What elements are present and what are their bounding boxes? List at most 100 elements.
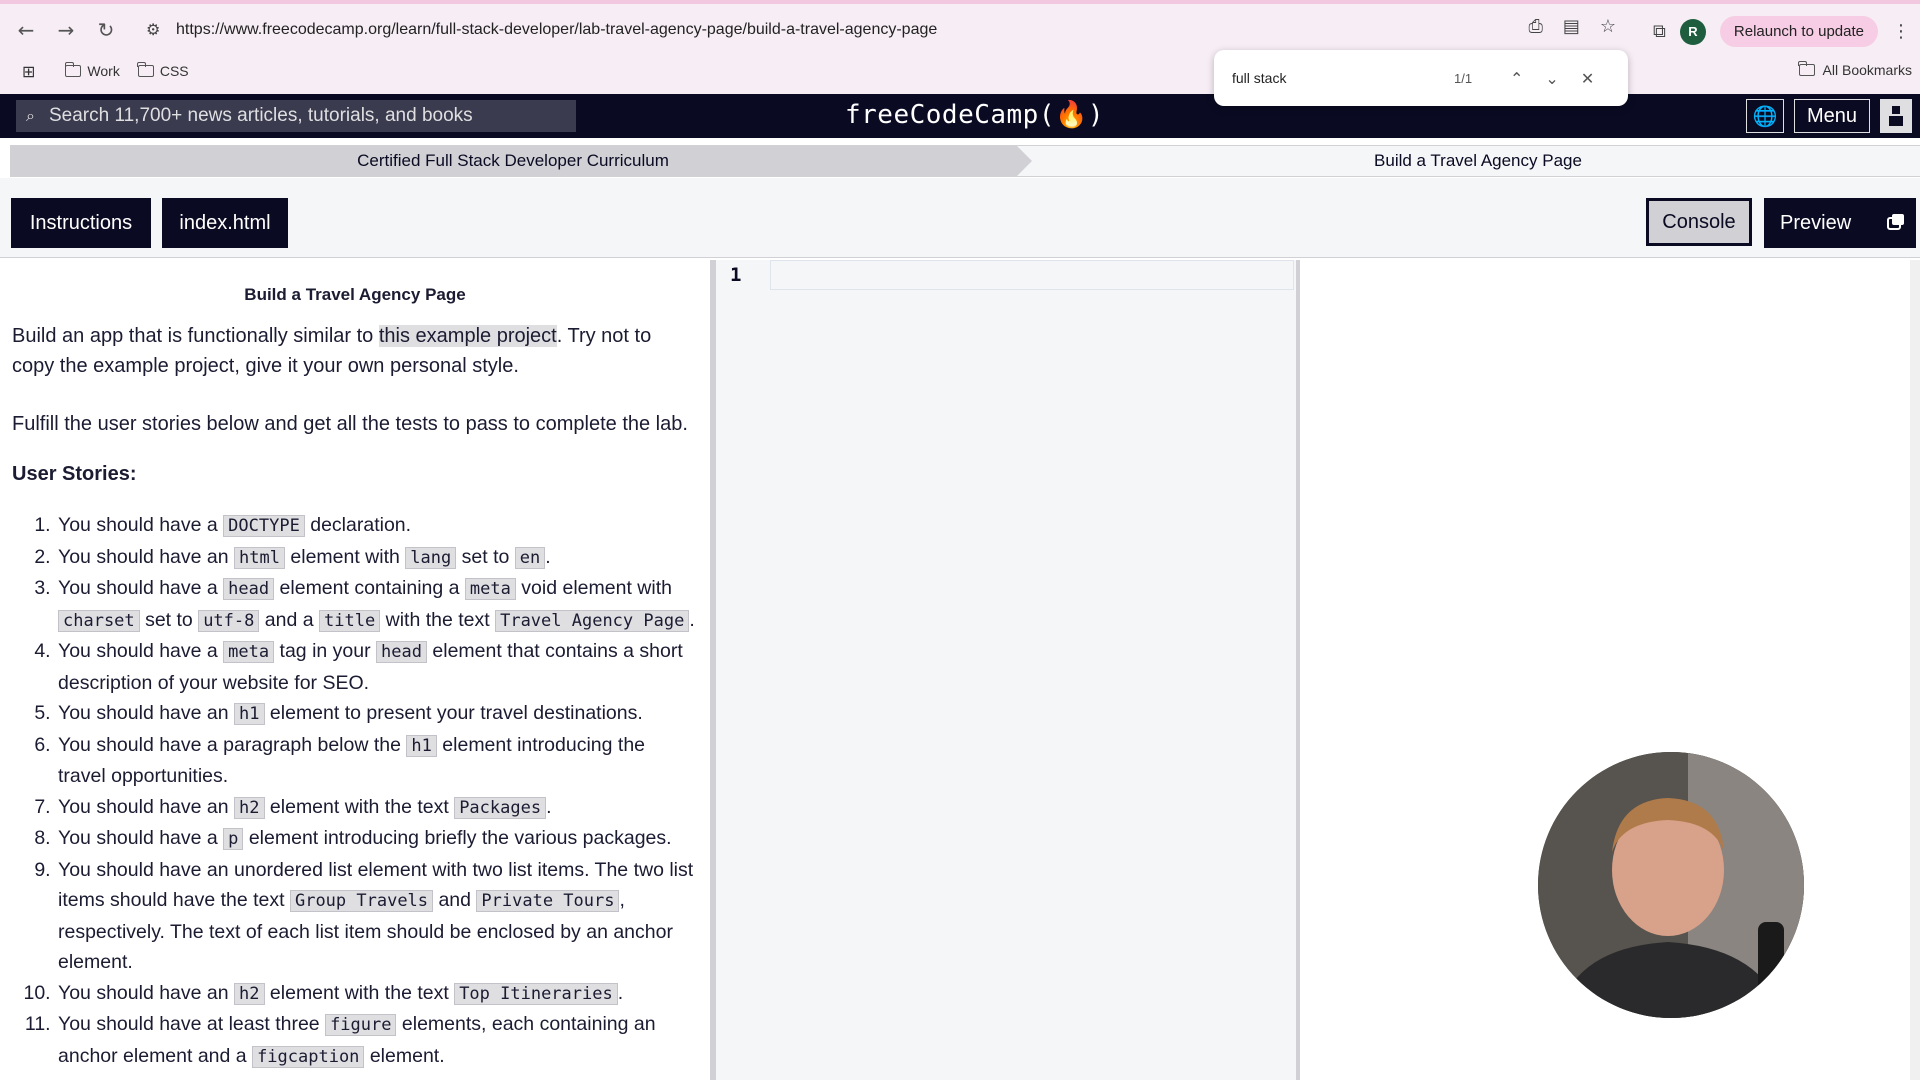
story-text: . xyxy=(546,795,552,818)
active-line[interactable] xyxy=(770,260,1294,290)
inline-code: h2 xyxy=(234,982,265,1005)
bookmark-folder-css[interactable]: CSS xyxy=(137,62,189,79)
bookmark-folder-work[interactable]: Work xyxy=(64,62,120,79)
site-settings-icon[interactable]: ⚙ xyxy=(146,20,160,40)
story-text: . xyxy=(617,981,624,1004)
story-text: You should have a xyxy=(58,577,224,599)
lab-title: Build a Travel Agency Page xyxy=(244,285,466,304)
bookmarks-bar: ⊞ Work CSS All Bookmarks xyxy=(0,56,1920,86)
story-text: with the text xyxy=(380,608,496,631)
inline-code: head xyxy=(376,641,427,663)
inline-code: title xyxy=(319,609,381,632)
user-story-item: You should have at least three figure el… xyxy=(56,1009,698,1072)
story-text: . xyxy=(689,608,695,631)
reload-icon[interactable]: ↻ xyxy=(86,10,126,50)
user-story-item: You should have an unordered list elemen… xyxy=(56,855,698,978)
globe-icon[interactable]: 🌐 xyxy=(1745,99,1784,133)
story-text: element with the text xyxy=(264,981,455,1004)
back-arrow-icon[interactable]: ← xyxy=(6,10,46,50)
intro-paragraph: Build an app that is functionally simila… xyxy=(12,321,698,381)
line-number: 1 xyxy=(730,264,742,286)
intro-before: Build an app that is functionally simila… xyxy=(12,325,379,347)
inline-code: html xyxy=(234,546,285,569)
profile-avatar[interactable]: R xyxy=(1679,18,1706,45)
inline-code: Top Itineraries xyxy=(454,982,618,1005)
inline-code: lang xyxy=(405,546,457,569)
fcc-nav-right: 🌐 Menu xyxy=(1745,99,1912,133)
inline-code: h1 xyxy=(234,703,265,725)
breadcrumb-curriculum[interactable]: Certified Full Stack Developer Curriculu… xyxy=(10,145,1032,177)
code-editor[interactable]: 1 xyxy=(716,260,1296,1080)
inline-code: h1 xyxy=(406,734,437,757)
user-avatar[interactable] xyxy=(1880,99,1912,133)
user-story-item: You should have a p element introducing … xyxy=(56,823,698,855)
user-story-item: You should have an h2 element with the t… xyxy=(56,978,698,1010)
story-text: You should have a xyxy=(58,827,224,849)
close-icon[interactable]: ✕ xyxy=(1581,69,1594,88)
story-text: and xyxy=(433,889,477,911)
inline-code: charset xyxy=(58,609,140,632)
forward-arrow-icon[interactable]: → xyxy=(46,10,86,50)
example-project-link[interactable]: this example project xyxy=(378,325,557,347)
find-match-count: 1/1 xyxy=(1454,70,1473,86)
tab-strip-edge xyxy=(0,0,1920,4)
story-text: element. xyxy=(364,1044,445,1067)
story-text: You should have at least three xyxy=(58,1013,326,1035)
popout-icon[interactable] xyxy=(1886,212,1906,232)
inline-code: Packages xyxy=(454,796,547,819)
kebab-menu-icon[interactable]: ⋮ xyxy=(1892,21,1910,42)
find-controls: ⌃ ⌄ ✕ xyxy=(1510,69,1594,88)
breadcrumb: Certified Full Stack Developer Curriculu… xyxy=(10,145,1920,177)
editor-toolbar: Instructions index.html Console Preview xyxy=(0,178,1920,258)
reader-icon[interactable]: ▤ xyxy=(1563,16,1580,37)
user-story-item: You should have a meta tag in your head … xyxy=(56,636,698,698)
url-text[interactable]: https://www.freecodecamp.org/learn/full-… xyxy=(176,21,937,39)
extensions-icon[interactable]: ⧉ xyxy=(1653,21,1666,42)
folder-icon xyxy=(64,62,82,77)
menu-button[interactable]: Menu xyxy=(1793,99,1870,133)
inline-code: head xyxy=(223,578,275,600)
apps-grid-icon[interactable]: ⊞ xyxy=(22,62,35,81)
preview-button[interactable]: Preview xyxy=(1764,198,1916,248)
browser-toolbar-right: ⧉ R Relaunch to update ⋮ xyxy=(1653,16,1910,47)
bookmark-label: CSS xyxy=(159,63,189,79)
chevron-down-icon[interactable]: ⌄ xyxy=(1545,69,1558,88)
user-story-item: You should have an html element with lan… xyxy=(56,542,698,574)
story-text: You should have a paragraph below the xyxy=(58,733,407,756)
install-app-icon[interactable]: ⎙ xyxy=(1528,16,1542,37)
story-text: You should have a xyxy=(58,640,224,662)
user-story-item: You should have an h2 element with the t… xyxy=(56,792,698,824)
search-placeholder[interactable]: Search 11,700+ news articles, tutorials,… xyxy=(49,105,473,127)
user-stories-list: You should have a DOCTYPE declaration.Yo… xyxy=(12,510,698,1072)
all-bookmarks-button[interactable]: All Bookmarks xyxy=(1798,61,1912,78)
tab-index-html[interactable]: index.html xyxy=(162,198,288,248)
browser-chrome: ← → ↻ ⚙ https://www.freecodecamp.org/lea… xyxy=(0,0,1920,94)
inline-code: Private Tours xyxy=(476,890,620,912)
search-bar[interactable]: ⌕ Search 11,700+ news articles, tutorial… xyxy=(16,100,576,132)
story-text: You should have a xyxy=(58,514,224,536)
story-text: You should have an xyxy=(58,702,235,724)
story-text: . xyxy=(545,545,551,568)
all-bookmarks-label: All Bookmarks xyxy=(1822,62,1912,78)
story-text: element with the text xyxy=(264,795,455,818)
user-story-item: You should have an h1 element to present… xyxy=(56,698,698,730)
user-stories-heading: User Stories: xyxy=(12,463,137,485)
folder-icon xyxy=(137,62,154,77)
tab-instructions[interactable]: Instructions xyxy=(11,198,151,248)
user-story-item: You should have a head element containin… xyxy=(56,573,698,636)
story-text: You should have an xyxy=(58,545,235,568)
story-text: set to xyxy=(139,608,199,631)
find-input[interactable]: full stack xyxy=(1232,70,1432,86)
story-text: element containing a xyxy=(274,577,465,599)
console-button[interactable]: Console xyxy=(1646,198,1752,246)
bookmark-star-icon[interactable]: ☆ xyxy=(1600,16,1616,37)
chevron-up-icon[interactable]: ⌃ xyxy=(1510,69,1523,88)
story-text: declaration. xyxy=(304,514,412,536)
relaunch-button[interactable]: Relaunch to update xyxy=(1719,16,1878,47)
find-in-page-bar: full stack 1/1 ⌃ ⌄ ✕ xyxy=(1214,50,1628,106)
story-text: set to xyxy=(456,545,515,568)
story-text: tag in your xyxy=(274,640,377,662)
address-bar[interactable]: ⚙ https://www.freecodecamp.org/learn/ful… xyxy=(136,12,1616,48)
fcc-logo[interactable]: freeCodeCamp(🔥) xyxy=(845,100,1104,130)
scrollbar[interactable] xyxy=(1910,260,1920,1080)
